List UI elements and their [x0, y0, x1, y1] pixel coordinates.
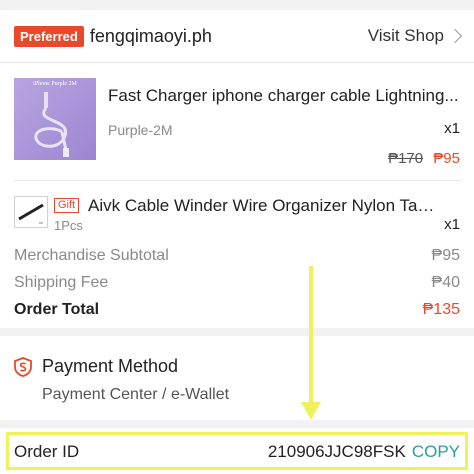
subtotal-value: ₱95	[431, 246, 460, 264]
divider	[14, 180, 460, 181]
payment-header: Payment Method	[14, 356, 178, 377]
shield-s-icon	[14, 356, 32, 377]
product-title: Fast Charger iphone charger cable Lightn…	[108, 86, 459, 105]
order-summary: Merchandise Subtotal ₱95 Shipping Fee ₱4…	[14, 242, 460, 323]
payment-method-value: Payment Center / e-Wallet	[42, 386, 230, 403]
gift-quantity: x1	[444, 216, 460, 233]
visit-shop-label: Visit Shop	[367, 26, 444, 45]
shop-name[interactable]: fengqimaoyi.ph	[90, 26, 212, 47]
copy-button[interactable]: COPY	[412, 442, 460, 462]
annotation-arrow	[309, 266, 313, 404]
discounted-price: ₱95	[433, 150, 460, 167]
product-quantity: x1	[444, 120, 460, 137]
order-item[interactable]: iPhone Purple 2M Fast Charger iphone cha…	[14, 78, 460, 170]
product-variant: Purple-2M	[108, 122, 173, 138]
shop-header: Preferred fengqimaoyi.ph Visit Shop	[14, 22, 463, 50]
gift-item[interactable]: Gift Aivk Cable Winder Wire Organizer Ny…	[14, 194, 460, 234]
cable-image	[34, 92, 69, 157]
chevron-right-icon	[447, 28, 463, 44]
shipping-row: Shipping Fee ₱40	[14, 269, 460, 296]
preferred-badge: Preferred	[14, 25, 84, 47]
subtotal-row: Merchandise Subtotal ₱95	[14, 242, 460, 269]
gift-pieces: 1Pcs	[54, 218, 83, 233]
gift-tag: Gift	[54, 198, 80, 213]
shop-card: Preferred fengqimaoyi.ph Visit Shop iPho…	[0, 10, 474, 328]
subtotal-label: Merchandise Subtotal	[14, 246, 169, 264]
order-id-row: Order ID 210906JJC98FSK COPY	[14, 442, 460, 462]
visit-shop-link[interactable]: Visit Shop	[367, 26, 463, 46]
order-id-label: Order ID	[14, 442, 80, 461]
payment-title: Payment Method	[42, 356, 179, 376]
divider	[0, 62, 474, 63]
payment-card[interactable]: Payment Method Payment Center / e-Wallet	[0, 336, 474, 420]
total-label: Order Total	[14, 300, 100, 318]
shipping-value: ₱40	[431, 273, 460, 291]
order-id-value: 210906JJC98FSK	[267, 442, 406, 461]
gift-thumbnail[interactable]	[14, 196, 48, 228]
original-price: ₱170	[388, 150, 424, 167]
annotation-arrow-head	[301, 402, 321, 420]
order-id-card: Order ID 210906JJC98FSK COPY	[0, 428, 474, 474]
shipping-label: Shipping Fee	[14, 273, 109, 291]
gift-title: Aivk Cable Winder Wire Organizer Nylon T…	[88, 196, 440, 215]
total-row: Order Total ₱135	[14, 296, 460, 323]
cable-winder-image	[18, 203, 44, 224]
product-thumbnail[interactable]: iPhone Purple 2M	[14, 78, 96, 160]
price-row: ₱170 ₱95	[388, 150, 460, 167]
total-value: ₱135	[422, 300, 460, 318]
